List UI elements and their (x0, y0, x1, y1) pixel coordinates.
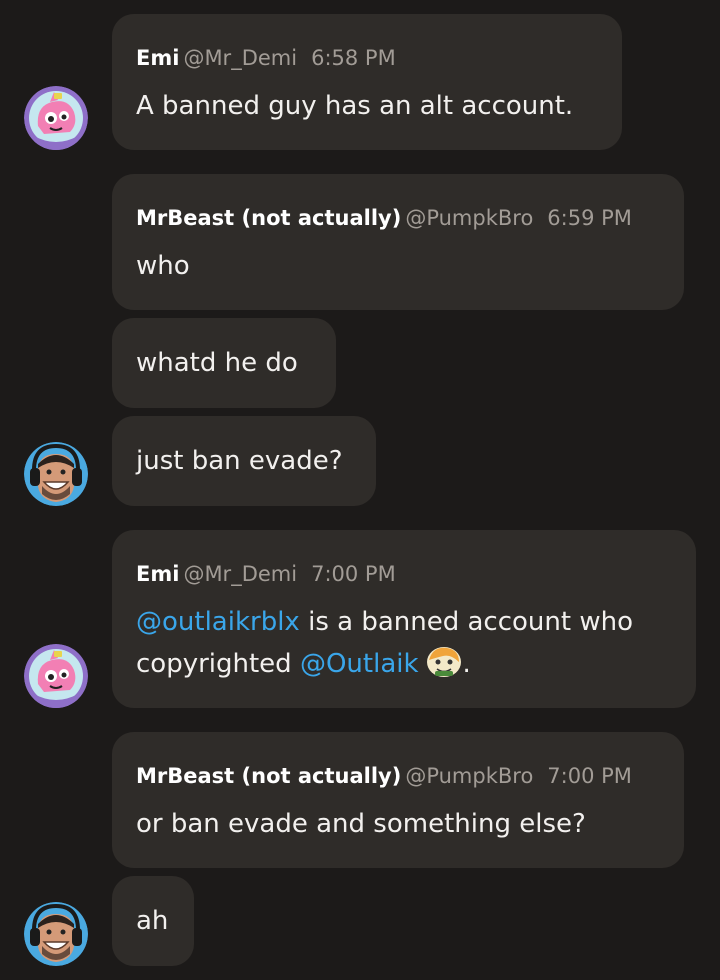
hamster-emoji-icon (425, 644, 463, 678)
message-text: . (462, 649, 471, 679)
message-header: Emi @Mr_Demi 6:58 PM (136, 44, 396, 72)
message-text-line: @outlaikrblx is a banned account who (136, 601, 633, 643)
message-bubble[interactable]: MrBeast (not actually) @PumpkBro 7:00 PM o… (112, 732, 684, 868)
message-text: whatd he do (136, 348, 298, 378)
message-text: copyrighted (136, 649, 300, 679)
message-timestamp: 6:58 PM (311, 46, 396, 70)
user-mention-link[interactable]: @outlaikrblx (136, 607, 300, 637)
message-header: MrBeast (not actually) @PumpkBro 7:00 PM (136, 762, 632, 790)
message-text: who (136, 251, 190, 281)
author-name[interactable]: Emi (136, 46, 179, 70)
emi-avatar-icon[interactable] (24, 644, 88, 708)
message-bubble[interactable]: ah (112, 876, 194, 966)
author-name[interactable]: MrBeast (not actually) (136, 206, 401, 230)
mrbeast-avatar-icon[interactable] (24, 902, 88, 966)
message-bubble[interactable]: Emi @Mr_Demi 6:58 PM A banned guy has an a… (112, 14, 622, 150)
message-text: just ban evade? (136, 446, 343, 476)
message-bubble[interactable]: whatd he do (112, 318, 336, 408)
author-handle[interactable]: @Mr_Demi (183, 562, 297, 586)
author-handle[interactable]: @PumpkBro (405, 206, 533, 230)
message-text: or ban evade and something else? (136, 809, 586, 839)
author-handle[interactable]: @Mr_Demi (183, 46, 297, 70)
message-text: A banned guy has an alt account. (136, 91, 574, 121)
message-header: Emi @Mr_Demi 7:00 PM (136, 560, 396, 588)
author-name[interactable]: MrBeast (not actually) (136, 764, 401, 788)
message-text: ah (136, 906, 169, 936)
message-text-line: copyrighted @Outlaik . (136, 643, 471, 685)
author-name[interactable]: Emi (136, 562, 179, 586)
message-header: MrBeast (not actually) @PumpkBro 6:59 PM (136, 204, 632, 232)
message-bubble[interactable]: MrBeast (not actually) @PumpkBro 6:59 PM w… (112, 174, 684, 310)
message-bubble[interactable]: Emi @Mr_Demi 7:00 PM @outlaikrblx is a ban… (112, 530, 696, 708)
mrbeast-avatar-icon[interactable] (24, 442, 88, 506)
message-timestamp: 7:00 PM (311, 562, 396, 586)
message-bubble[interactable]: just ban evade? (112, 416, 376, 506)
message-timestamp: 7:00 PM (547, 764, 632, 788)
user-mention-link[interactable]: @Outlaik (300, 649, 419, 679)
message-text: is a banned account who (299, 607, 633, 637)
emi-avatar-icon[interactable] (24, 86, 88, 150)
message-timestamp: 6:59 PM (547, 206, 632, 230)
author-handle[interactable]: @PumpkBro (405, 764, 533, 788)
